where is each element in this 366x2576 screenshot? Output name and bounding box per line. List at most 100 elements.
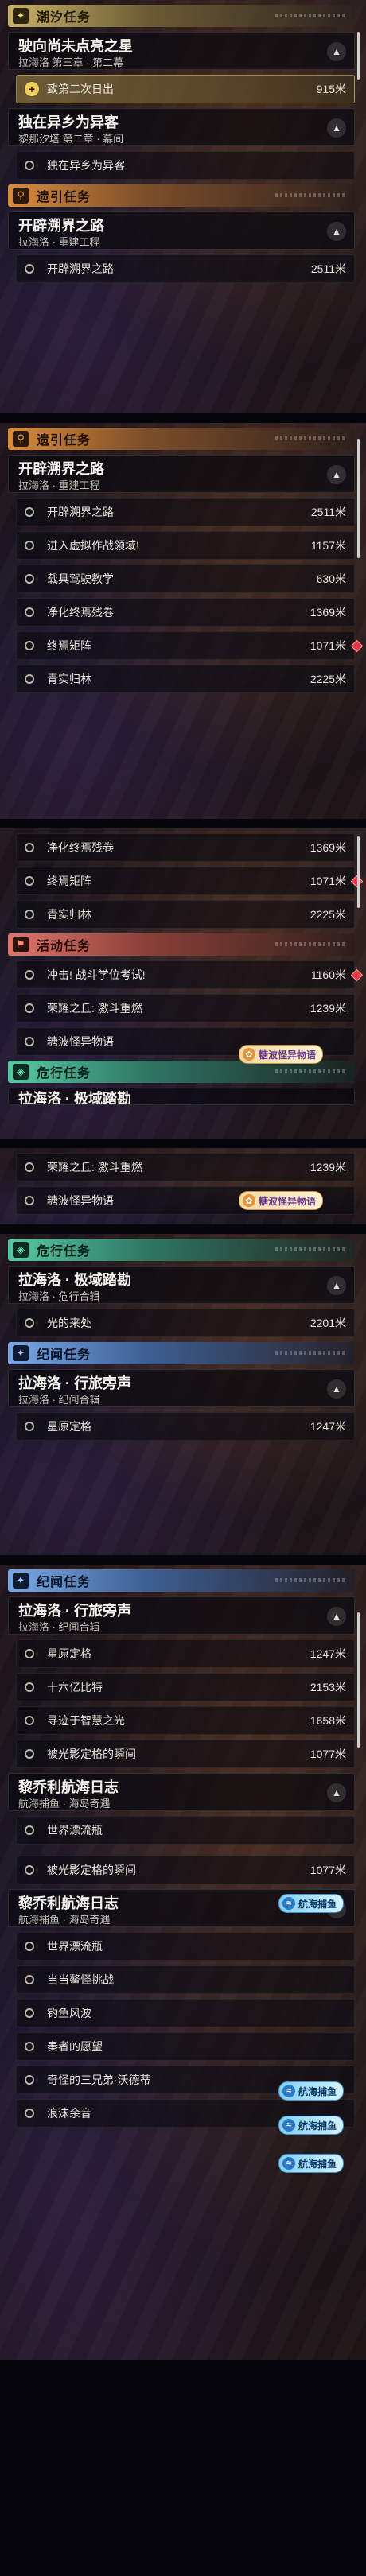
task-item[interactable]: 星原定格 1247米	[16, 1412, 355, 1441]
chapter-card[interactable]: 黎乔利航海日志 航海捕鱼 · 海岛奇遇 ▲	[8, 1773, 355, 1811]
category-journal-quests[interactable]: ✦ 纪闻任务	[8, 1342, 355, 1364]
chapter-card[interactable]: 拉海洛 · 极域踏勘	[8, 1088, 355, 1105]
task-item[interactable]: 独在异乡为异客	[16, 151, 355, 180]
task-marker-icon	[25, 970, 34, 980]
fish-icon: ≈	[282, 2085, 295, 2097]
chapter-card[interactable]: 拉海洛 · 行旅旁声 拉海洛 · 纪闻合辑 ▲	[8, 1596, 355, 1635]
category-activity-quests[interactable]: ⚑ 活动任务	[8, 933, 355, 956]
task-item[interactable]: 世界漂流瓶	[16, 1932, 355, 1961]
chevron-up-icon[interactable]: ▲	[327, 222, 346, 241]
category-side-quests[interactable]: ⚲ 遗引任务	[8, 184, 355, 207]
event-tag-sea[interactable]: ≈ 航海捕鱼	[278, 2081, 345, 2101]
chevron-up-icon[interactable]: ▲	[327, 1607, 346, 1626]
task-item[interactable]: 寻迹于智慧之光 1658米	[16, 1706, 355, 1735]
category-danger-quests[interactable]: ◈ 危行任务	[8, 1061, 355, 1083]
task-marker-icon	[25, 541, 34, 550]
header-decoration	[275, 14, 347, 17]
task-marker-icon	[25, 1716, 34, 1725]
event-tag-sea[interactable]: ≈ 航海捕鱼	[278, 2116, 345, 2135]
task-item[interactable]: 载具驾驶教学 630米	[16, 564, 355, 593]
task-item[interactable]: 钓鱼风波	[16, 1999, 355, 2027]
task-marker-icon	[25, 1318, 34, 1328]
task-marker-icon	[25, 1037, 34, 1046]
quest-panel-5: ◈ 危行任务 拉海洛 · 极域踏勘 拉海洛 · 危行合辑 ▲ 光的来处 2201…	[0, 1234, 366, 1555]
star-icon: ✦	[13, 1345, 29, 1361]
task-item[interactable]: 青实归林 2225米	[16, 900, 355, 929]
map-pin-icon: ⚲	[13, 188, 29, 204]
chevron-up-icon[interactable]: ▲	[327, 1783, 346, 1802]
task-item[interactable]: 终焉矩阵 1071米	[16, 867, 364, 895]
task-item[interactable]: 奏者的愿望	[16, 2032, 355, 2061]
chevron-up-icon[interactable]: ▲	[327, 1379, 346, 1399]
task-item[interactable]: 开辟溯界之路 2511米	[16, 498, 355, 526]
task-item[interactable]: 世界漂流瓶	[16, 1816, 355, 1845]
task-item[interactable]: 十六亿比特 2153米	[16, 1673, 355, 1701]
category-side-quests[interactable]: ⚲ 遗引任务	[8, 428, 355, 450]
task-marker-icon	[25, 641, 34, 650]
plus-icon: ✦	[13, 8, 29, 24]
header-decoration	[275, 1351, 347, 1355]
alert-diamond-icon	[350, 968, 364, 982]
category-main-quests[interactable]: ✦ 潮汐任务	[8, 5, 355, 27]
task-item[interactable]: 开辟溯界之路 2511米	[16, 254, 355, 283]
task-item[interactable]: 冲击! 战斗学位考试! 1160米	[16, 960, 364, 989]
task-item[interactable]: 光的来处 2201米	[16, 1309, 355, 1337]
task-marker-icon	[25, 674, 34, 684]
category-danger-quests[interactable]: ◈ 危行任务	[8, 1239, 355, 1261]
task-item[interactable]: 被光影定格的瞬间 1077米	[16, 1740, 355, 1768]
task-item[interactable]: 荣耀之丘: 激斗重燃 1239米	[16, 994, 355, 1022]
task-item[interactable]: 星原定格 1247米	[16, 1639, 355, 1668]
chapter-card[interactable]: 拉海洛 · 极域踏勘 拉海洛 · 危行合辑 ▲	[8, 1266, 355, 1304]
quest-panel-3: 净化终焉残卷 1369米 终焉矩阵 1071米 青实归林 2225米 ⚑ 活动任…	[0, 828, 366, 1139]
event-tag-sea[interactable]: ≈ 航海捕鱼	[278, 1894, 345, 1913]
task-item-tracked[interactable]: + 致第二次日出 915米	[16, 75, 355, 103]
task-marker-icon	[25, 1196, 34, 1205]
scrollbar[interactable]	[357, 1612, 360, 1748]
task-marker-icon	[25, 161, 34, 170]
chevron-up-icon[interactable]: ▲	[327, 42, 346, 61]
chapter-card[interactable]: 开辟溯界之路 拉海洛 · 重建工程 ▲	[8, 455, 355, 493]
task-marker-icon	[25, 507, 34, 517]
task-item[interactable]: 荣耀之丘: 激斗重燃 1239米	[16, 1153, 355, 1181]
task-item[interactable]: 青实归林 2225米	[16, 665, 355, 693]
fish-icon: ≈	[282, 2157, 295, 2170]
chevron-up-icon[interactable]: ▲	[327, 465, 346, 484]
event-tag-candy[interactable]: ✿ 糖波怪异物语	[239, 1045, 324, 1064]
task-item[interactable]: 终焉矩阵 1071米	[16, 631, 364, 660]
fish-icon: ≈	[282, 2119, 295, 2132]
task-item[interactable]: 净化终焉残卷 1369米	[16, 833, 355, 862]
scrollbar[interactable]	[357, 836, 360, 908]
chevron-up-icon[interactable]: ▲	[327, 1276, 346, 1295]
task-marker-icon	[25, 2008, 34, 2018]
task-item[interactable]: 被光影定格的瞬间 1077米	[16, 1856, 355, 1884]
chapter-card[interactable]: 独在异乡为异客 黎那汐塔 第二章 · 幕间 ▲	[8, 108, 355, 146]
event-tag-candy[interactable]: ✿ 糖波怪异物语	[239, 1191, 324, 1210]
map-pin-icon: ⚲	[13, 431, 29, 447]
task-marker-icon	[25, 1003, 34, 1013]
danger-icon: ◈	[13, 1242, 29, 1258]
category-journal-quests[interactable]: ✦ 纪闻任务	[8, 1569, 355, 1592]
quest-panel-4: 荣耀之丘: 激斗重燃 1239米 糖波怪异物语 ✿ 糖波怪异物语	[0, 1148, 366, 1224]
candy-icon: ✿	[243, 1048, 255, 1061]
task-marker-icon	[25, 1825, 34, 1835]
chapter-card[interactable]: 开辟溯界之路 拉海洛 · 重建工程 ▲	[8, 211, 355, 250]
chapter-card[interactable]: 驶向尚未点亮之星 拉海洛 第三章 · 第二幕 ▲	[8, 32, 355, 70]
task-marker-icon	[25, 1942, 34, 1951]
task-item[interactable]: 净化终焉残卷 1369米	[16, 598, 355, 627]
task-item[interactable]: 进入虚拟作战领域! 1157米	[16, 531, 355, 560]
chevron-up-icon[interactable]: ▲	[327, 118, 346, 138]
candy-icon: ✿	[243, 1194, 255, 1207]
task-marker-icon	[25, 1422, 34, 1431]
task-marker-icon	[25, 1749, 34, 1759]
header-decoration	[275, 1578, 347, 1582]
header-decoration	[275, 1069, 347, 1073]
header-decoration	[275, 193, 347, 197]
scrollbar[interactable]	[357, 32, 360, 80]
scrollbar[interactable]	[357, 439, 360, 558]
task-marker-icon	[25, 607, 34, 617]
task-item[interactable]: 当当鳌怪挑战	[16, 1965, 355, 1994]
event-tag-sea[interactable]: ≈ 航海捕鱼	[278, 2154, 345, 2173]
danger-icon: ◈	[13, 1064, 29, 1080]
star-icon: ✦	[13, 1573, 29, 1589]
chapter-card[interactable]: 拉海洛 · 行旅旁声 拉海洛 · 纪闻合辑 ▲	[8, 1369, 355, 1407]
